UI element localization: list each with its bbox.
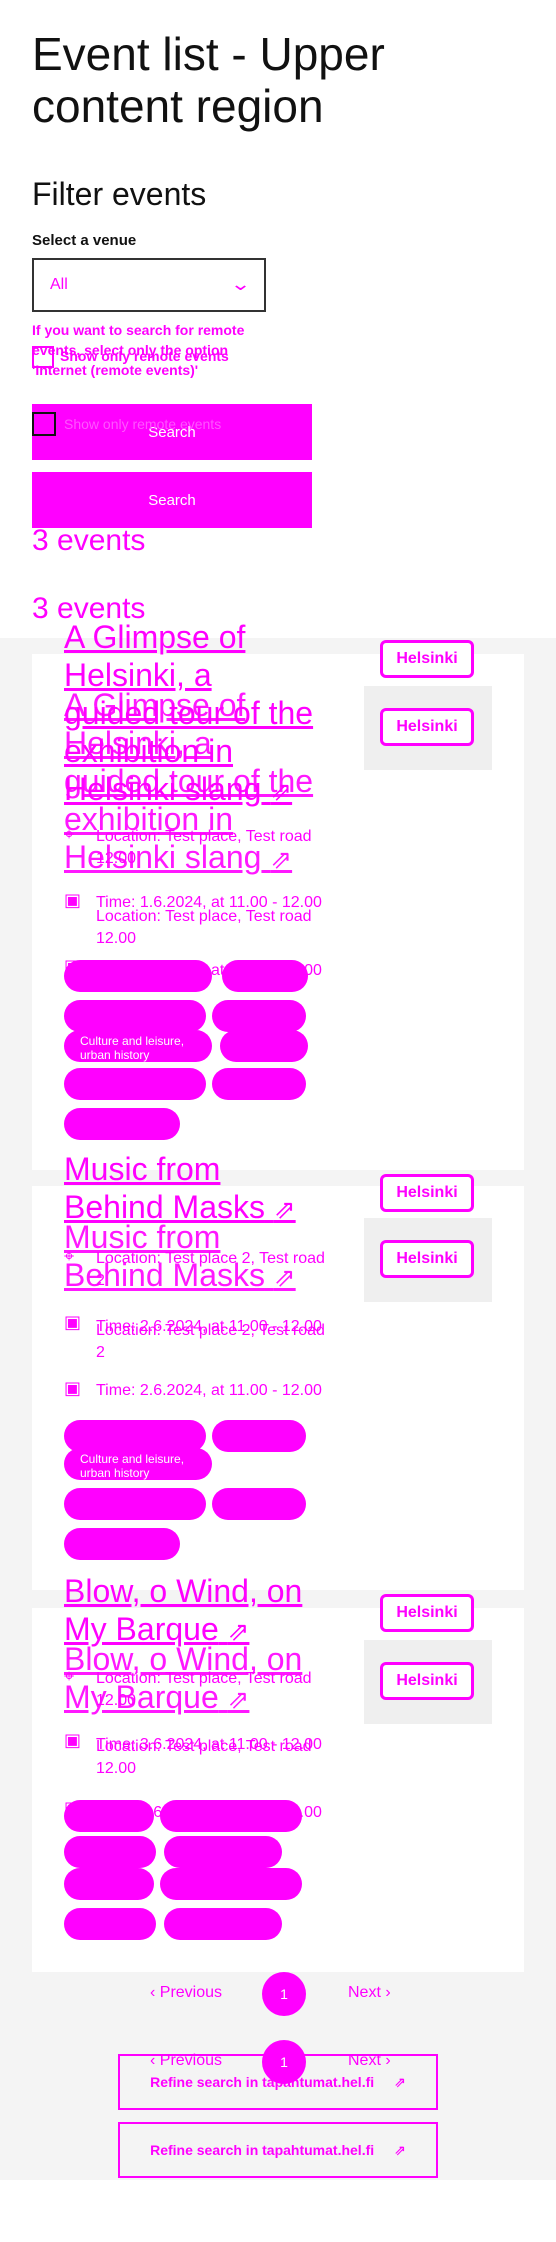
venue-label: Select a venue [32,232,137,249]
search-button-duplicate[interactable]: Search [32,472,312,528]
keyword-pill[interactable] [164,1836,282,1868]
keyword-pill[interactable] [64,1836,156,1868]
venue-select-value: All [50,276,68,293]
venue-select[interactable]: All ⌄ [32,258,266,312]
calendar-icon: ▣ [64,1730,82,1750]
filter-heading: Filter events [32,176,207,212]
helsinki-logo: Helsinki [380,1594,474,1632]
keyword-pill[interactable] [160,1868,302,1900]
refine-search-label: Refine search in tapahtumat.hel.fi [150,2142,375,2158]
keyword-pill[interactable] [212,1068,306,1100]
helsinki-logo: Helsinki [380,1174,474,1212]
search-button[interactable]: Search [32,404,312,460]
keyword-pill[interactable] [64,1800,154,1832]
event-location-duplicate: Location: Test place, Test road 12.00 [96,1738,312,1777]
keyword-pill[interactable] [220,1030,308,1062]
helsinki-logo: Helsinki [380,1240,474,1278]
keyword-pill[interactable] [64,1908,156,1940]
external-link-icon: ⇗ [394,2141,406,2158]
pagination-next[interactable]: Next › [348,1984,391,2002]
event-title-link[interactable]: Blow, o Wind, on My Barque ⇗ [64,1572,344,1650]
remote-events-checkbox[interactable] [32,346,54,368]
keyword-pill[interactable] [64,1108,180,1140]
event-time-duplicate: Time: 2.6.2024, at 11.00 - 12.00 [96,1382,322,1399]
keyword-pill[interactable] [164,1908,282,1940]
helsinki-logo: Helsinki [380,640,474,678]
event-title-link[interactable]: Music from Behind Masks ⇗ [64,1150,314,1228]
pagination-previous[interactable]: ‹ Previous [150,1984,222,2002]
calendar-icon: ▣ [64,1378,82,1398]
external-link-icon: ⇗ [394,2073,406,2090]
location-icon: ⌖ [64,1246,75,1266]
page-title: Event list - Upper content region [32,28,385,132]
remote-events-checkbox-label: Show only remote events [60,348,229,364]
keyword-pill[interactable] [64,1000,206,1032]
chevron-down-icon: ⌄ [229,274,252,294]
keyword-text: Culture and leisure, urban history [80,1452,185,1480]
keyword-pill[interactable] [64,1528,180,1560]
keyword-pill[interactable] [64,1068,206,1100]
keyword-pill[interactable] [212,1488,306,1520]
keyword-pill[interactable] [212,1000,306,1032]
event-location: Location: Test place, Test road 12.00 [96,828,312,867]
keyword-pill[interactable] [64,1488,206,1520]
event-location-duplicate: Location: Test place 2, Test road 2 [96,1322,325,1361]
location-icon: ⌖ [64,824,75,844]
calendar-icon: ▣ [64,890,82,910]
calendar-icon: ▣ [64,1312,82,1332]
event-location: Location: Test place 2, Test road 2 [96,1250,325,1289]
helsinki-logo: Helsinki [380,708,474,746]
keyword-pill[interactable] [64,960,212,992]
event-location: Location: Test place, Test road 12.00 [96,1670,312,1709]
keyword-pill[interactable] [160,1800,302,1832]
remote-events-checkbox-duplicate[interactable] [32,412,56,436]
refine-search-link-duplicate[interactable]: Refine search in tapahtumat.hel.fi ⇗ [118,2122,438,2178]
refine-search-label: Refine search in tapahtumat.hel.fi [150,2074,375,2090]
helsinki-logo: Helsinki [380,1662,474,1700]
keyword-pill[interactable] [212,1420,306,1452]
keyword-text: Culture and leisure, urban history [80,1034,185,1062]
remote-events-checkbox-label-duplicate: Show only remote events [64,416,222,432]
event-location-duplicate: Location: Test place, Test road 12.00 [96,908,312,947]
keyword-pill[interactable] [64,1868,154,1900]
refine-search-link[interactable]: Refine search in tapahtumat.hel.fi ⇗ [118,2054,438,2110]
location-icon: ⌖ [64,1666,75,1686]
result-count: 3 events [32,524,146,557]
pagination-current-page[interactable]: 1 [262,1972,306,2016]
keyword-pill[interactable] [222,960,308,992]
